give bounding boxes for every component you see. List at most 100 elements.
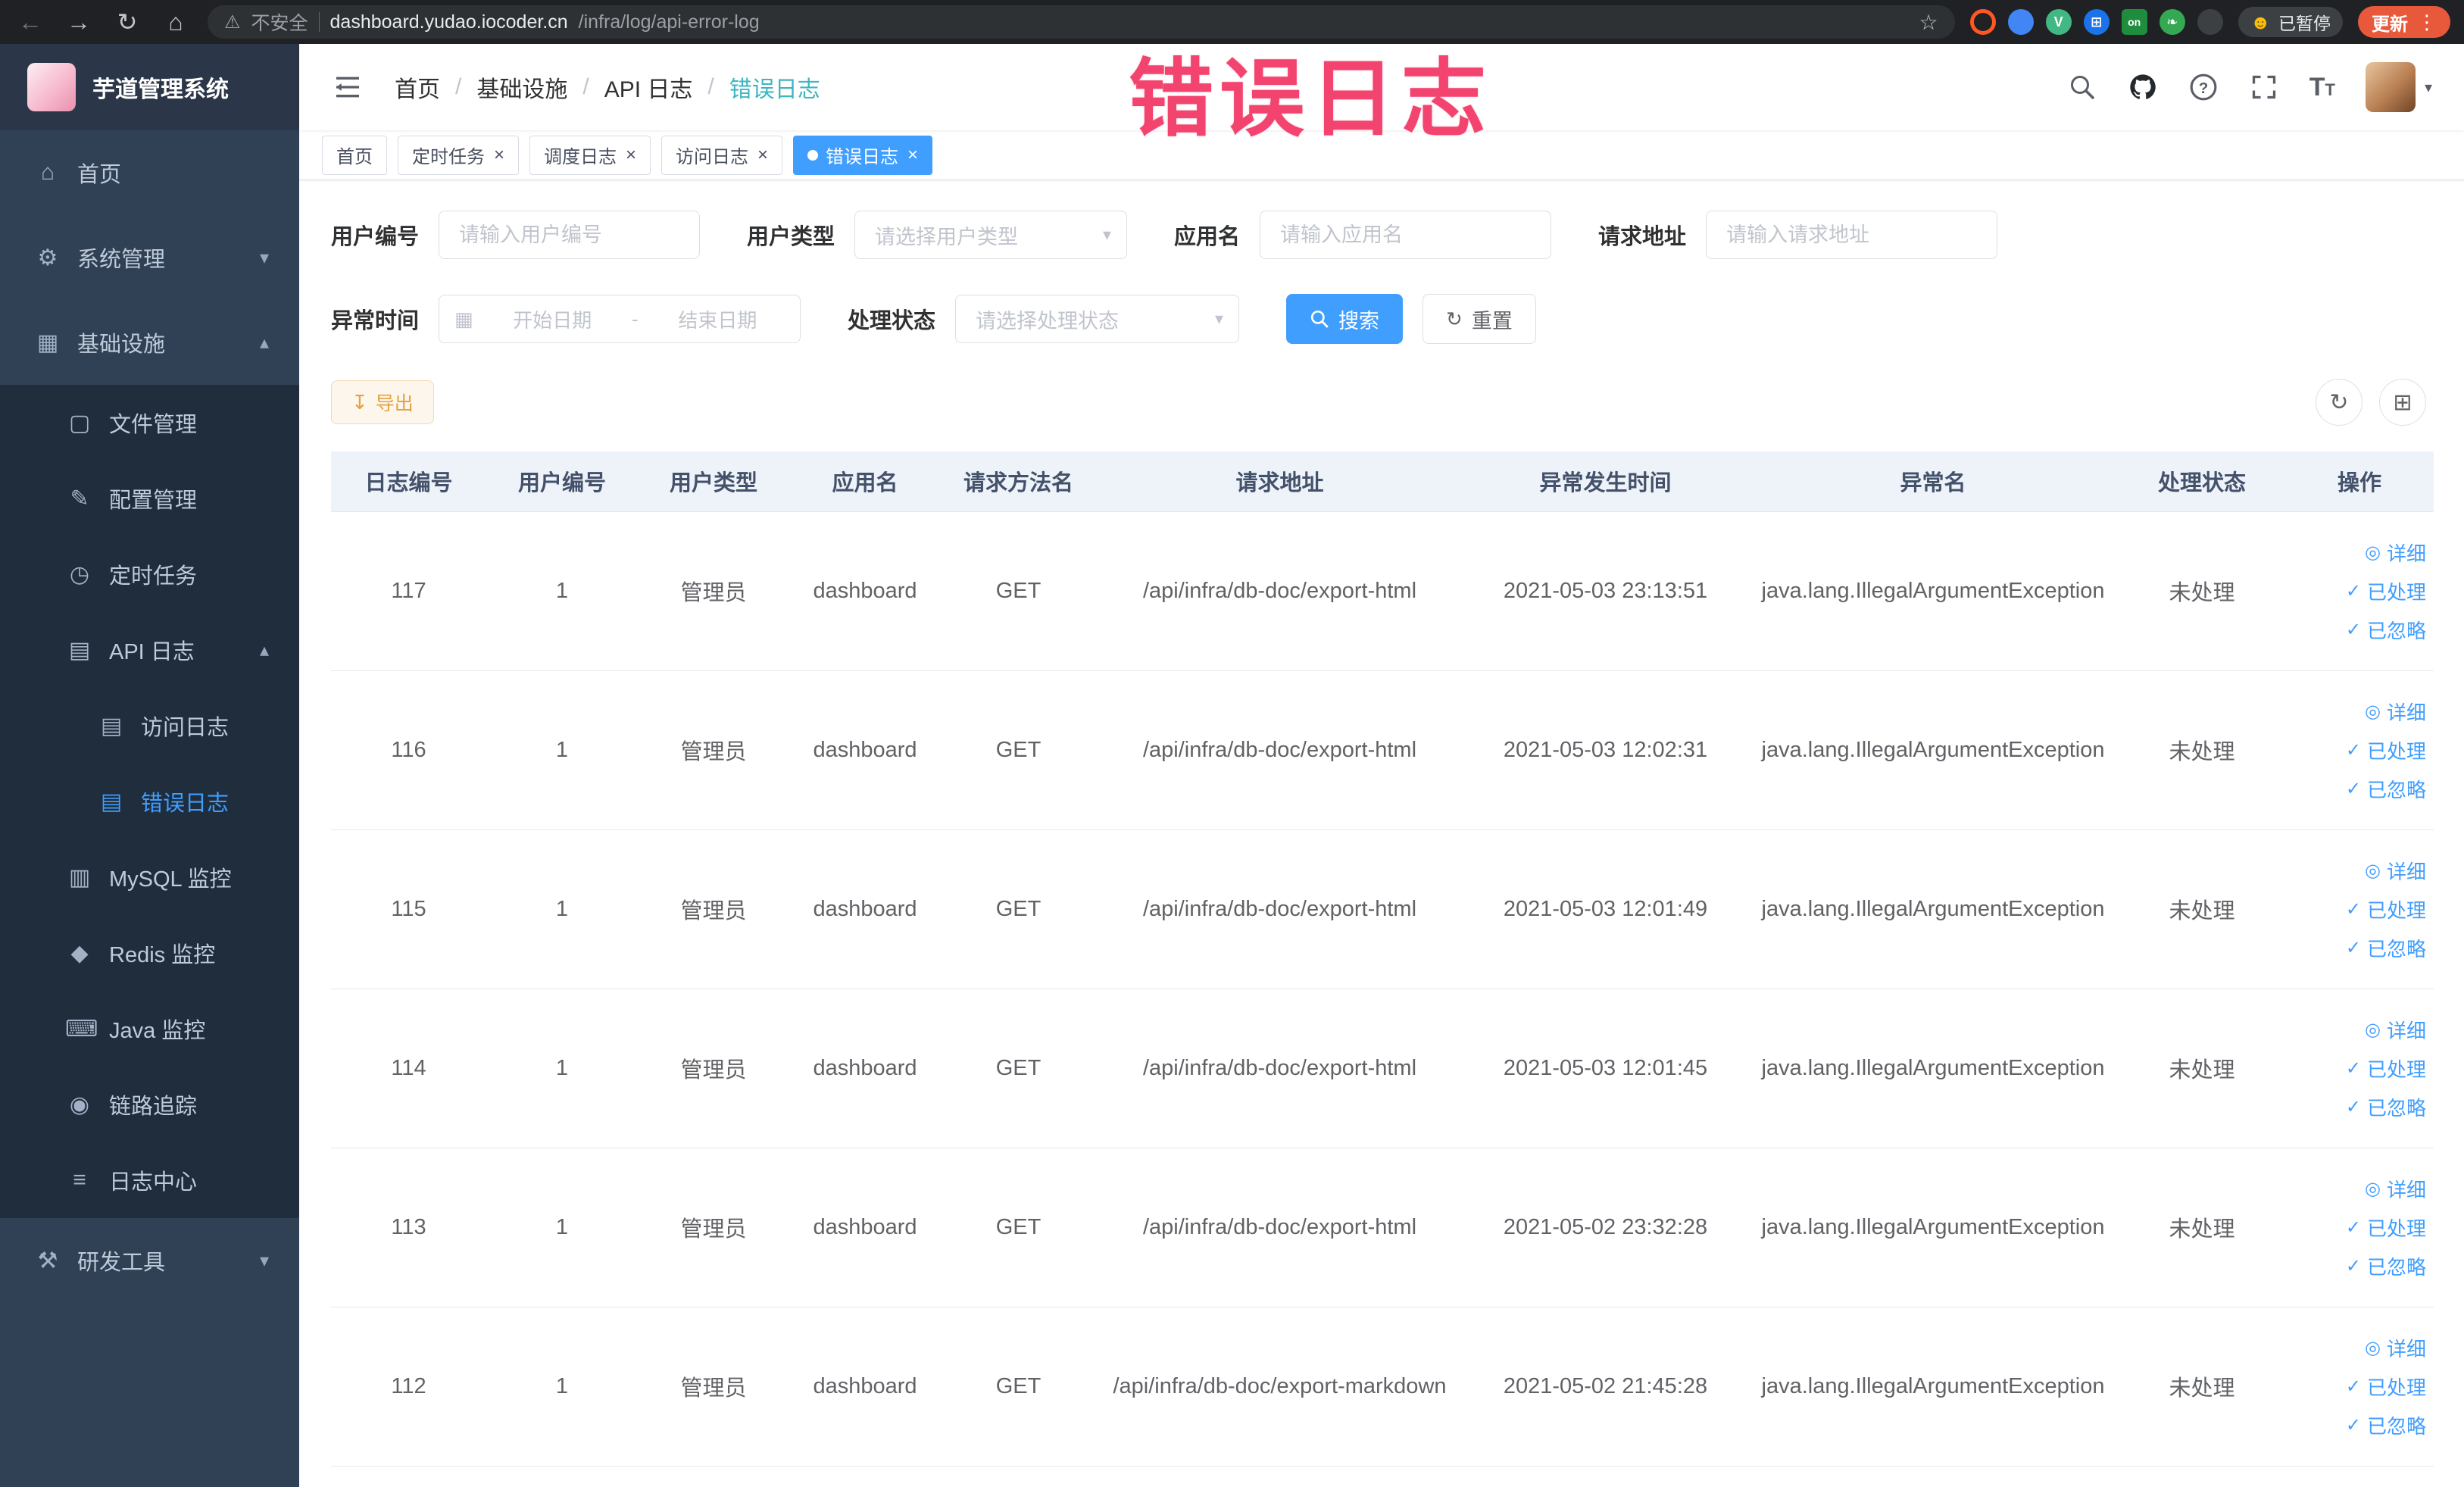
chevron-up-icon: ▴ <box>259 332 269 353</box>
date-range-picker[interactable]: ▦ 开始日期 - 结束日期 <box>439 295 801 343</box>
extension-on-icon[interactable]: on <box>2121 9 2147 35</box>
check-icon: ✓ <box>2345 898 2361 920</box>
calendar-icon: ▦ <box>454 307 473 330</box>
column-settings-button[interactable]: ⊞ <box>2379 379 2426 426</box>
detail-action[interactable]: ◎ 详细 <box>2365 857 2426 885</box>
processed-action[interactable]: ✓ 已处理 <box>2346 1214 2426 1242</box>
sidebar-item-home[interactable]: ⌂ 首页 <box>0 130 299 215</box>
search-button[interactable]: 搜索 <box>1286 294 1404 344</box>
extension-grid-icon[interactable]: ⊞ <box>2083 9 2110 35</box>
reload-icon[interactable]: ↻ <box>111 8 144 36</box>
reset-button[interactable]: ↻ 重置 <box>1422 294 1536 344</box>
user-id-input[interactable] <box>439 212 700 258</box>
ignored-action[interactable]: ✓ 已忽略 <box>2346 1252 2426 1280</box>
close-tab-icon[interactable]: × <box>626 145 636 164</box>
cell-exception: java.lang.IllegalArgumentException <box>1747 1307 2119 1467</box>
detail-action[interactable]: ◎ 详细 <box>2365 1175 2426 1203</box>
processed-action[interactable]: ✓ 已处理 <box>2346 577 2426 605</box>
cell-log-id: 117 <box>331 511 486 671</box>
hamburger-icon[interactable] <box>331 72 364 102</box>
error-log-icon: ▤ <box>100 789 123 814</box>
sidebar-item-mysql[interactable]: ▥ MySQL 监控 <box>0 839 299 915</box>
sidebar-item-trace[interactable]: ◉ 链路追踪 <box>0 1067 299 1142</box>
back-icon[interactable]: ← <box>14 8 47 36</box>
processed-action[interactable]: ✓ 已处理 <box>2346 895 2426 923</box>
forward-icon[interactable]: → <box>62 8 95 36</box>
close-tab-icon[interactable]: × <box>757 145 768 164</box>
sidebar-item-edit[interactable]: ✎ 配置管理 <box>0 461 299 536</box>
sidebar-item-error-log[interactable]: ▤ 错误日志 <box>0 764 299 839</box>
processed-action[interactable]: ✓ 已处理 <box>2346 1373 2426 1401</box>
ignored-action[interactable]: ✓ 已忽略 <box>2346 934 2426 962</box>
navbar-right: ? TT ▾ <box>2067 62 2432 112</box>
request-url-input[interactable] <box>1707 212 1997 258</box>
sidebar-item-infrastructure[interactable]: ▦ 基础设施 ▴ <box>0 300 299 385</box>
detail-action[interactable]: ◎ 详细 <box>2365 698 2426 726</box>
cell-status: 未处理 <box>2119 989 2285 1148</box>
github-icon[interactable] <box>2128 72 2158 102</box>
font-size-icon[interactable]: TT <box>2309 73 2335 102</box>
extension-vue-icon[interactable]: V <box>2045 9 2072 35</box>
detail-action[interactable]: ◎ 详细 <box>2365 539 2426 567</box>
close-tab-icon[interactable]: × <box>494 145 504 164</box>
ignored-action[interactable]: ✓ 已忽略 <box>2346 775 2426 803</box>
tab-3[interactable]: 访问日志 × <box>661 135 783 175</box>
cell-user-id: 1 <box>486 1307 638 1467</box>
extension-ring-icon[interactable] <box>1969 9 1996 35</box>
ignored-action[interactable]: ✓ 已忽略 <box>2346 1411 2426 1439</box>
process-status-select[interactable]: 请选择处理状态 ▾ <box>955 295 1240 343</box>
close-tab-icon[interactable]: × <box>907 145 918 164</box>
processed-action[interactable]: ✓ 已处理 <box>2346 736 2426 764</box>
filter-row-2: 异常时间 ▦ 开始日期 - 结束日期 处理状态 请选择处理状态 ▾ 搜索 ↻ 重… <box>331 294 2432 344</box>
column-header-4: 请求方法名 <box>941 451 1096 512</box>
ignored-action-label: 已忽略 <box>2366 1255 2426 1279</box>
sidebar-item-log-center[interactable]: ≡ 日志中心 <box>0 1142 299 1218</box>
processed-action[interactable]: ✓ 已处理 <box>2346 1054 2426 1082</box>
extension-paw-icon[interactable] <box>2197 9 2223 35</box>
detail-action[interactable]: ◎ 详细 <box>2365 1016 2426 1044</box>
detail-action[interactable]: ◎ 详细 <box>2365 1334 2426 1362</box>
ignored-action[interactable]: ✓ 已忽略 <box>2346 616 2426 644</box>
ignored-action[interactable]: ✓ 已忽略 <box>2346 1093 2426 1121</box>
fullscreen-icon[interactable] <box>2249 72 2279 102</box>
sidebar-item-api-log[interactable]: ▤ API 日志 ▴ <box>0 612 299 688</box>
tab-1[interactable]: 定时任务 × <box>398 135 520 175</box>
extension-leaf-icon[interactable]: ❧ <box>2159 9 2185 35</box>
app-name-input[interactable] <box>1260 212 1551 258</box>
processed-action-label: 已处理 <box>2366 1217 2426 1240</box>
home-icon[interactable]: ⌂ <box>159 8 192 36</box>
sidebar-item-timer[interactable]: ◷ 定时任务 <box>0 536 299 612</box>
logo-row[interactable]: 芋道管理系统 <box>0 44 299 130</box>
tab-2[interactable]: 调度日志 × <box>529 135 651 175</box>
user-type-select[interactable]: 请选择用户类型 ▾ <box>854 211 1128 259</box>
table-row: 117 1 管理员 dashboard GET/api/infra/db-doc/exp… <box>331 511 2434 671</box>
sidebar-item-dev-tools[interactable]: ⚒ 研发工具 ▾ <box>0 1218 299 1303</box>
tab-0[interactable]: 首页 <box>322 135 387 175</box>
user-menu[interactable]: ▾ <box>2365 62 2432 112</box>
tab-label: 错误日志 <box>826 147 899 167</box>
filter-label: 用户编号 <box>331 225 420 249</box>
table-toolbar: ↧ 导出 ↻ ⊞ <box>331 379 2432 426</box>
cell-user-type: 管理员 <box>638 829 789 989</box>
cell-log-id: 116 <box>331 670 486 830</box>
breadcrumb-api-log[interactable]: API 日志 <box>604 70 693 104</box>
update-menu-button[interactable]: 更新 ⋮ <box>2358 6 2450 38</box>
refresh-table-button[interactable]: ↻ <box>2316 379 2363 426</box>
extension-blue-icon[interactable] <box>2007 9 2034 35</box>
bookmark-star-icon[interactable]: ☆ <box>1919 10 1938 35</box>
sidebar-item-access-log[interactable]: ▤ 访问日志 <box>0 688 299 764</box>
sidebar-item-file[interactable]: ▢ 文件管理 <box>0 385 299 461</box>
sidebar-item-gear[interactable]: ⚙ 系统管理 ▾ <box>0 215 299 300</box>
view-icon: ◎ <box>2365 701 2381 722</box>
breadcrumb-home[interactable]: 首页 <box>395 70 440 104</box>
sidebar-item-redis[interactable]: ◆ Redis 监控 <box>0 915 299 991</box>
breadcrumb-infrastructure[interactable]: 基础设施 <box>476 70 567 104</box>
tab-4[interactable]: 错误日志 × <box>793 135 933 175</box>
export-button[interactable]: ↧ 导出 <box>331 380 434 424</box>
search-icon[interactable] <box>2067 72 2097 102</box>
cell-method: GET <box>941 1148 1096 1307</box>
paused-badge[interactable]: ☻ 已暂停 <box>2238 7 2343 37</box>
help-icon[interactable]: ? <box>2188 72 2219 102</box>
sidebar-item-java[interactable]: ⌨ Java 监控 <box>0 991 299 1067</box>
address-bar[interactable]: ⚠ 不安全 dashboard.yudao.iocoder.cn/infra/l… <box>208 5 1955 39</box>
